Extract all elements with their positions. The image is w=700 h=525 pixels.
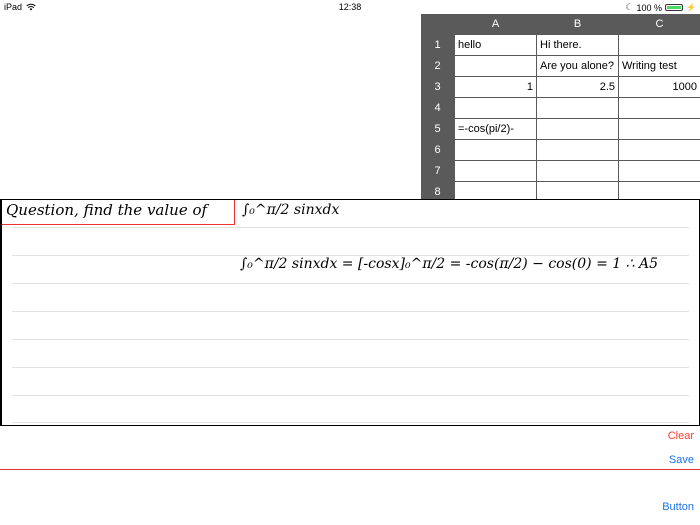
question-text: Question, find the value of — [6, 201, 208, 219]
cell-a7[interactable] — [455, 161, 536, 181]
moon-icon: ☾ — [625, 2, 634, 12]
ruled-line — [12, 283, 689, 284]
handwritten-work: ∫₀^π/2 sinxdx = [-cosx]₀^π/2 = -cos(π/2)… — [240, 256, 658, 272]
cell-c8[interactable] — [619, 182, 700, 199]
cell-b7[interactable] — [537, 161, 618, 181]
spreadsheet: A B C 1 2 3 4 5 6 7 8 hello Hi there. Ar… — [421, 14, 700, 199]
cell-a8[interactable] — [455, 182, 536, 199]
column-header-b[interactable]: B — [537, 14, 618, 34]
divider-line — [0, 469, 700, 470]
ruled-line — [12, 422, 689, 423]
cell-c3[interactable]: 1000 — [619, 77, 700, 97]
status-bar: iPad 12:38 ☾ 100 % ⚡ — [0, 0, 700, 14]
generic-button[interactable]: Button — [662, 501, 694, 513]
clock: 12:38 — [338, 2, 362, 12]
row-header-2[interactable]: 2 — [421, 56, 454, 76]
row-header-3[interactable]: 3 — [421, 77, 454, 97]
ruled-line — [12, 311, 689, 312]
cell-c5[interactable] — [619, 119, 700, 139]
column-header-a[interactable]: A — [455, 14, 536, 34]
cell-c1[interactable] — [619, 35, 700, 55]
handwriting-pad[interactable]: Question, find the value of ∫₀^π/2 sinxd… — [0, 199, 700, 426]
charging-icon: ⚡ — [686, 3, 696, 12]
cell-b3[interactable]: 2.5 — [537, 77, 618, 97]
cell-b6[interactable] — [537, 140, 618, 160]
battery-icon — [665, 4, 684, 11]
row-header-4[interactable]: 4 — [421, 98, 454, 118]
battery-percent: 100 % — [636, 2, 663, 13]
question-box[interactable]: Question, find the value of — [2, 200, 235, 225]
cell-a1[interactable]: hello — [455, 35, 536, 55]
cell-c2[interactable]: Writing test — [619, 56, 700, 76]
cell-c7[interactable] — [619, 161, 700, 181]
clear-button[interactable]: Clear — [668, 430, 694, 442]
row-header-8[interactable]: 8 — [421, 182, 454, 199]
save-button[interactable]: Save — [669, 454, 694, 466]
ruled-line — [12, 339, 689, 340]
integral-prompt: ∫₀^π/2 sinxdx — [242, 202, 340, 218]
cell-b4[interactable] — [537, 98, 618, 118]
cell-a3[interactable]: 1 — [455, 77, 536, 97]
column-header-c[interactable]: C — [619, 14, 700, 34]
cell-b8[interactable] — [537, 182, 618, 199]
cell-c6[interactable] — [619, 140, 700, 160]
row-header-1[interactable]: 1 — [421, 35, 454, 55]
cell-a4[interactable] — [455, 98, 536, 118]
row-header-7[interactable]: 7 — [421, 161, 454, 181]
cell-b2[interactable]: Are you alone? — [537, 56, 618, 76]
row-header-6[interactable]: 6 — [421, 140, 454, 160]
ruled-line — [12, 367, 689, 368]
ruled-line — [12, 227, 689, 228]
row-header-5[interactable]: 5 — [421, 119, 454, 139]
cell-b1[interactable]: Hi there. — [537, 35, 618, 55]
cell-a6[interactable] — [455, 140, 536, 160]
status-right: ☾ 100 % ⚡ — [625, 2, 696, 13]
cell-c4[interactable] — [619, 98, 700, 118]
cell-a2[interactable] — [455, 56, 536, 76]
cell-a5[interactable]: =-cos(pi/2)- — [455, 119, 536, 139]
ruled-line — [12, 395, 689, 396]
cell-b5[interactable] — [537, 119, 618, 139]
